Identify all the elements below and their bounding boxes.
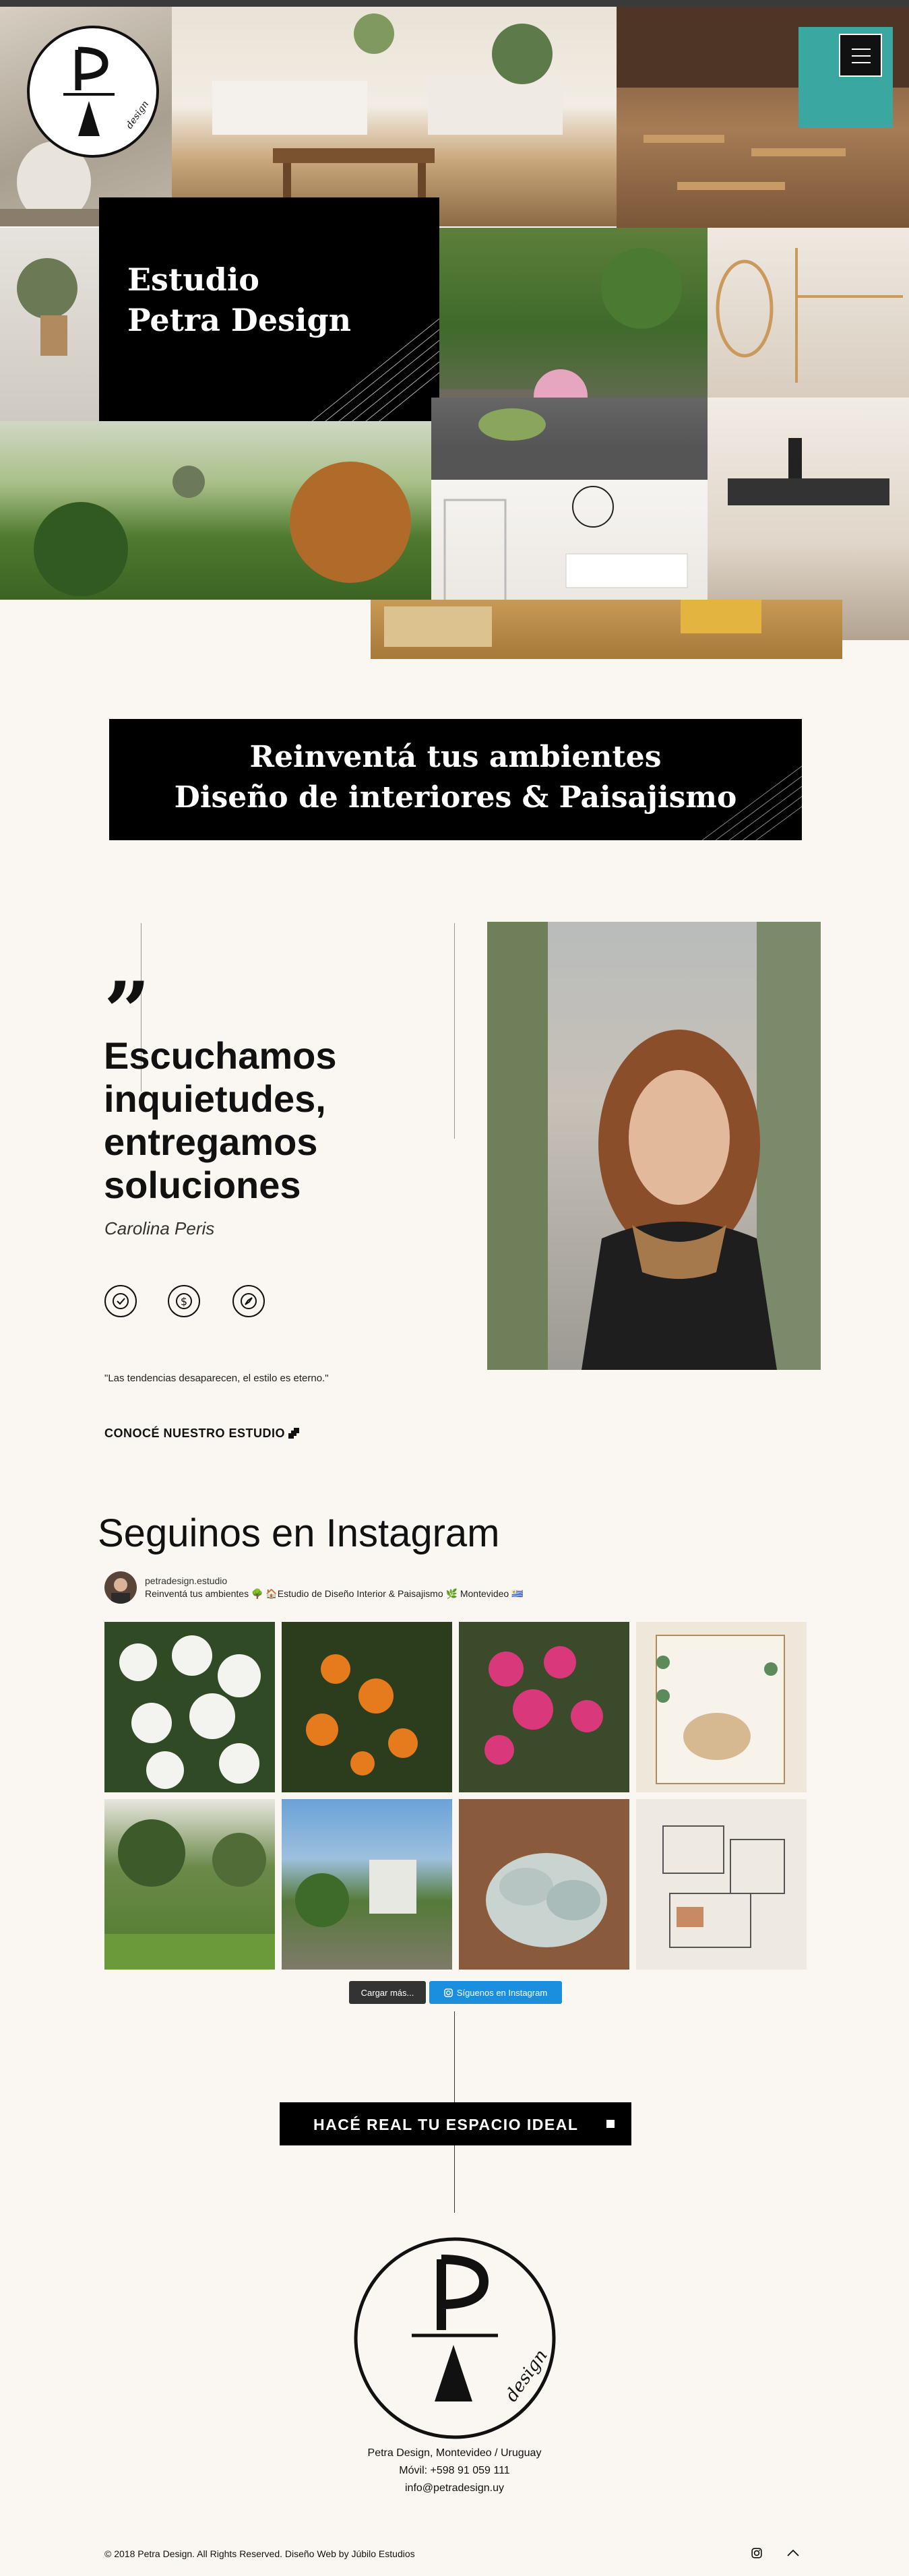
instagram-icon[interactable]	[751, 2548, 762, 2558]
instagram-post[interactable]	[104, 1622, 275, 1792]
instagram-post[interactable]	[636, 1799, 807, 1970]
instagram-post[interactable]	[282, 1799, 452, 1970]
top-bar	[0, 0, 909, 7]
headline-line: inquietudes,	[104, 1077, 326, 1120]
cta-line-top	[454, 2011, 455, 2102]
portrait-photo	[487, 922, 821, 1370]
about-headline: Escuchamos inquietudes, entregamos soluc…	[104, 1034, 414, 1207]
footer-address: Petra Design, Montevideo / Uruguay	[367, 2447, 542, 2459]
instagram-title: Seguinos en Instagram	[98, 1511, 500, 1555]
hero-title-box: Estudio Petra Design	[99, 197, 439, 430]
photo-garden-steps	[439, 228, 708, 426]
headline-line: soluciones	[104, 1164, 301, 1206]
logo-script-text: design	[124, 99, 151, 131]
divider-right	[454, 923, 455, 1139]
studio-link[interactable]: CONOCÉ NUESTRO ESTUDIO	[104, 1426, 285, 1441]
instagram-post[interactable]	[459, 1622, 629, 1792]
instagram-bio: Reinventá tus ambientes 🌳 🏠Estudio de Di…	[145, 1588, 524, 1599]
footer-logo-script: design	[501, 2346, 552, 2406]
instagram-post[interactable]	[104, 1799, 275, 1970]
footer-phone: Móvil: +598 91 059 111	[399, 2465, 510, 2476]
photo-countryside-garden	[0, 421, 431, 600]
headline-line: Escuchamos	[104, 1034, 337, 1077]
hero-title-line1: Estudio	[127, 261, 259, 298]
photo-wooden-floor	[371, 600, 842, 659]
hamburger-icon-line	[852, 62, 871, 63]
instagram-username[interactable]: petradesign.estudio	[145, 1575, 227, 1586]
load-more-button[interactable]: Cargar más...	[349, 1981, 426, 2004]
cta-line-bottom	[454, 2145, 455, 2213]
instagram-icon	[444, 1988, 453, 1997]
headline-line: entregamos	[104, 1121, 318, 1163]
footer-logo: design	[354, 2237, 556, 2439]
square-icon	[606, 2120, 615, 2128]
avatar[interactable]	[104, 1571, 137, 1604]
clock-icon	[104, 1285, 137, 1317]
hamburger-icon-line	[852, 55, 871, 57]
banner-line1: Reinventá tus ambientes	[249, 740, 662, 774]
photo-balcony-deck	[431, 398, 708, 480]
instagram-post[interactable]	[636, 1622, 807, 1792]
motto-text: "Las tendencias desaparecen, el estilo e…	[104, 1373, 329, 1384]
dollar-icon: $	[168, 1285, 200, 1317]
follow-label: Síguenos en Instagram	[456, 1987, 548, 1998]
photo-shop-shelves	[708, 228, 909, 398]
checker-icon	[288, 1428, 299, 1439]
cta-label: HACÉ REAL TU ESPACIO IDEAL	[313, 2116, 579, 2133]
cta-button[interactable]: HACÉ REAL TU ESPACIO IDEAL	[280, 2102, 631, 2145]
follow-instagram-button[interactable]: Síguenos en Instagram	[429, 1981, 562, 2004]
hero-title-line2: Petra Design	[127, 302, 352, 338]
instagram-post[interactable]	[459, 1799, 629, 1970]
site-logo[interactable]: design	[27, 26, 159, 158]
photo-living-room-sofa	[172, 7, 617, 226]
back-to-top-icon[interactable]	[786, 2548, 801, 2558]
compass-icon	[232, 1285, 265, 1317]
svg-text:$: $	[181, 1295, 187, 1308]
tagline-banner: Reinventá tus ambientes Diseño de interi…	[109, 719, 802, 840]
banner-line2: Diseño de interiores & Paisajismo	[174, 780, 737, 815]
copyright: © 2018 Petra Design. All Rights Reserved…	[104, 2548, 415, 2559]
photo-olive-tree	[0, 228, 99, 421]
instagram-post[interactable]	[282, 1622, 452, 1792]
hamburger-icon	[852, 49, 871, 50]
author-name: Carolina Peris	[104, 1218, 215, 1238]
footer-email[interactable]: info@petradesign.uy	[0, 2482, 909, 2494]
menu-button[interactable]	[839, 34, 882, 77]
